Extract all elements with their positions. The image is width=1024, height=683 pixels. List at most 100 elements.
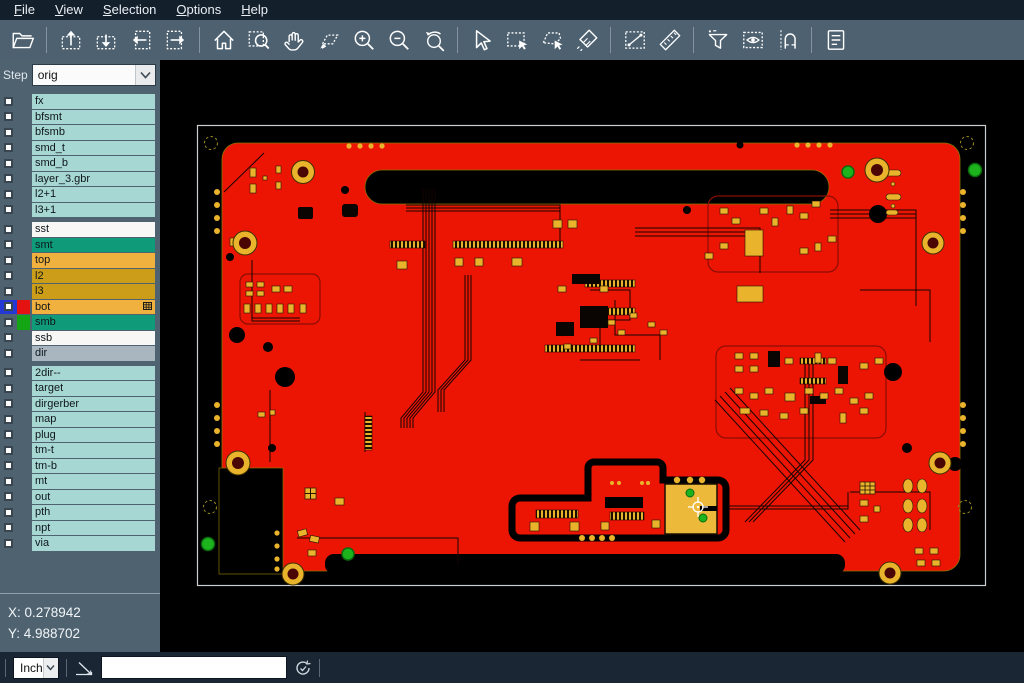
layer-row-target[interactable]: target [0, 381, 160, 396]
layer-checkbox[interactable] [4, 523, 13, 532]
layer-checkbox[interactable] [4, 271, 13, 280]
layer-row-bot[interactable]: bot [0, 300, 160, 315]
layer-label[interactable]: plug [32, 428, 155, 443]
select-cursor-button[interactable] [464, 23, 499, 57]
layer-row-out[interactable]: out [0, 490, 160, 505]
layer-row-l2+1[interactable]: l2+1 [0, 187, 160, 202]
layer-row-smt[interactable]: smt [0, 238, 160, 253]
layer-checkbox[interactable] [4, 349, 13, 358]
units-select[interactable]: Inch [13, 657, 59, 679]
layer-row-fx[interactable]: fx [0, 94, 160, 109]
layer-row-tm-b[interactable]: tm-b [0, 459, 160, 474]
layer-label[interactable]: map [32, 412, 155, 427]
layer-row-l2[interactable]: l2 [0, 269, 160, 284]
layer-color-swatch[interactable] [17, 331, 30, 346]
layer-color-swatch[interactable] [17, 459, 30, 474]
layer-label[interactable]: bfsmt [32, 110, 155, 125]
layer-checkbox[interactable] [4, 97, 13, 106]
layer-row-top[interactable]: top [0, 253, 160, 268]
layer-color-swatch[interactable] [17, 172, 30, 187]
layer-label[interactable]: dir [32, 346, 155, 361]
zoom-object-button[interactable] [311, 23, 346, 57]
layer-color-swatch[interactable] [17, 536, 30, 551]
layer-color-swatch[interactable] [17, 366, 30, 381]
measure-ruler-button[interactable] [652, 23, 687, 57]
layer-label[interactable]: pth [32, 505, 155, 520]
layer-checkbox[interactable] [4, 492, 13, 501]
chevron-down-icon[interactable] [43, 658, 58, 678]
report-button[interactable] [818, 23, 853, 57]
layer-checkbox[interactable] [4, 461, 13, 470]
layer-label[interactable]: bot [32, 300, 155, 315]
layer-color-swatch[interactable] [17, 156, 30, 171]
layer-label[interactable]: l3 [32, 284, 155, 299]
layer-label[interactable]: top [32, 253, 155, 268]
layer-row-npt[interactable]: npt [0, 521, 160, 536]
layer-color-swatch[interactable] [17, 203, 30, 218]
layer-label[interactable]: mt [32, 474, 155, 489]
layer-checkbox[interactable] [4, 256, 13, 265]
layer-checkbox[interactable] [4, 240, 13, 249]
filter-button[interactable] [700, 23, 735, 57]
layer-color-swatch[interactable] [17, 346, 30, 361]
layer-color-swatch[interactable] [17, 474, 30, 489]
layer-row-sst[interactable]: sst [0, 222, 160, 237]
layer-checkbox[interactable] [4, 539, 13, 548]
layer-checkbox[interactable] [4, 205, 13, 214]
layer-row-tm-t[interactable]: tm-t [0, 443, 160, 458]
import-down-button[interactable] [88, 23, 123, 57]
layer-checkbox[interactable] [4, 399, 13, 408]
menu-help[interactable]: Help [231, 1, 278, 19]
layer-color-swatch[interactable] [17, 315, 30, 330]
pan-button[interactable] [276, 23, 311, 57]
step-select[interactable]: orig [32, 64, 156, 86]
layer-color-swatch[interactable] [17, 141, 30, 156]
layer-label[interactable]: ssb [32, 331, 155, 346]
layer-color-swatch[interactable] [17, 222, 30, 237]
snap-button[interactable] [770, 23, 805, 57]
layer-label[interactable]: l3+1 [32, 203, 155, 218]
select-polygon-button[interactable] [534, 23, 569, 57]
layer-label[interactable]: target [32, 381, 155, 396]
pcb-viewport[interactable] [160, 60, 1024, 652]
layer-color-swatch[interactable] [17, 443, 30, 458]
layer-row-smd_b[interactable]: smd_b [0, 156, 160, 171]
layer-checkbox[interactable] [4, 159, 13, 168]
layer-checkbox[interactable] [4, 333, 13, 342]
layer-label[interactable]: 2dir-- [32, 366, 155, 381]
view-highlight-button[interactable] [735, 23, 770, 57]
zoom-window-button[interactable] [241, 23, 276, 57]
layer-row-bfsmb[interactable]: bfsmb [0, 125, 160, 140]
layer-checkbox[interactable] [4, 128, 13, 137]
layer-checkbox[interactable] [4, 225, 13, 234]
layer-row-bfsmt[interactable]: bfsmt [0, 110, 160, 125]
chevron-down-icon[interactable] [135, 65, 155, 85]
layer-row-pth[interactable]: pth [0, 505, 160, 520]
layer-row-smb[interactable]: smb [0, 315, 160, 330]
layer-row-via[interactable]: via [0, 536, 160, 551]
layer-label[interactable]: layer_3.gbr [32, 172, 155, 187]
layer-row-map[interactable]: map [0, 412, 160, 427]
menu-view[interactable]: View [45, 1, 93, 19]
layer-checkbox[interactable] [4, 477, 13, 486]
layer-color-swatch[interactable] [17, 505, 30, 520]
layer-color-swatch[interactable] [17, 397, 30, 412]
layer-row-plug[interactable]: plug [0, 428, 160, 443]
layer-checkbox[interactable] [4, 190, 13, 199]
layer-label[interactable]: smd_b [32, 156, 155, 171]
layer-color-swatch[interactable] [17, 125, 30, 140]
layer-checkbox[interactable] [4, 143, 13, 152]
clear-highlight-button[interactable] [569, 23, 604, 57]
zoom-in-button[interactable] [346, 23, 381, 57]
layer-label[interactable]: sst [32, 222, 155, 237]
layer-row-l3+1[interactable]: l3+1 [0, 203, 160, 218]
layer-color-swatch[interactable] [17, 300, 30, 315]
layer-label[interactable]: out [32, 490, 155, 505]
layer-label[interactable]: l2+1 [32, 187, 155, 202]
layer-row-ssb[interactable]: ssb [0, 331, 160, 346]
zoom-out-button[interactable] [381, 23, 416, 57]
layer-color-swatch[interactable] [17, 253, 30, 268]
layer-checkbox[interactable] [4, 508, 13, 517]
layer-color-swatch[interactable] [17, 94, 30, 109]
layer-checkbox[interactable] [4, 112, 13, 121]
